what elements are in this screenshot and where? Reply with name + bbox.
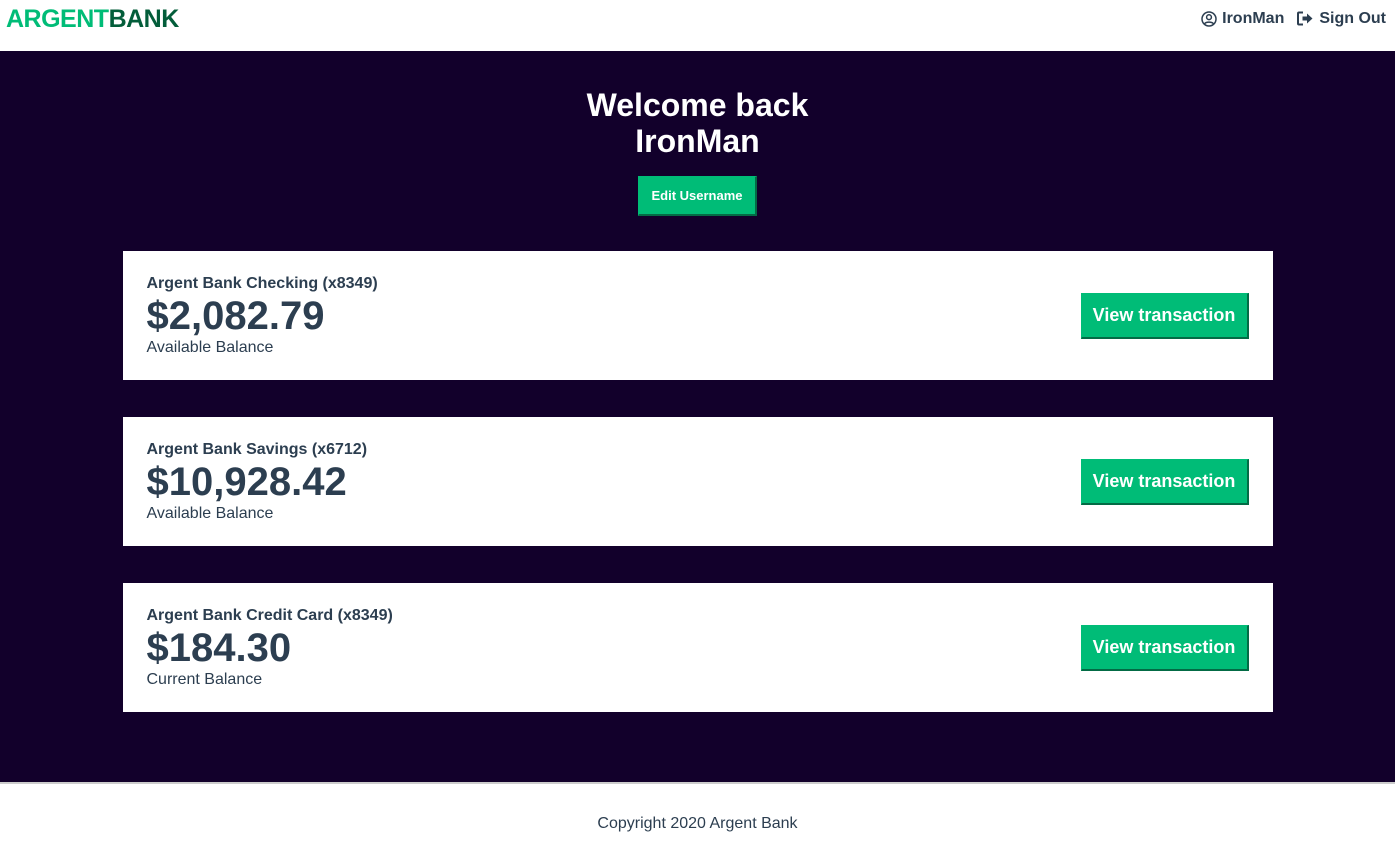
account-amount: $184.30 (146, 626, 292, 670)
account-checking: Argent Bank Checking (x8349) $2,082.79 A… (122, 251, 1273, 380)
logo[interactable]: ARGENT BANK (6, 7, 179, 32)
sign-out-link[interactable]: Sign Out (1297, 10, 1386, 28)
welcome-username: IronMan (635, 123, 760, 159)
edit-username-button[interactable]: Edit Username (638, 176, 757, 216)
user-profile-link[interactable]: IronMan (1201, 10, 1284, 28)
account-title: Argent Bank Savings (x6712) (146, 441, 368, 458)
account-info: Argent Bank Credit Card (x8349) $184.30 … (147, 606, 393, 689)
user-name: IronMan (1222, 9, 1285, 27)
user-circle-icon (1201, 10, 1217, 27)
account-info: Argent Bank Checking (x8349) $2,082.79 A… (147, 274, 378, 357)
account-amount: $2,082.79 (146, 294, 325, 338)
welcome-header: Welcome back IronMan Edit Username (0, 87, 1395, 216)
main-nav: ARGENT BANK IronMan Sign Out (0, 0, 1395, 51)
sign-out-label: Sign Out (1319, 9, 1386, 27)
copyright-text: Copyright 2020 Argent Bank (597, 814, 798, 832)
footer: Copyright 2020 Argent Bank (0, 782, 1395, 850)
account-amount-description: Current Balance (146, 671, 263, 688)
account-title: Argent Bank Credit Card (x8349) (146, 607, 393, 624)
accounts-list: Argent Bank Checking (x8349) $2,082.79 A… (0, 251, 1395, 712)
account-info: Argent Bank Savings (x6712) $10,928.42 A… (147, 440, 368, 523)
welcome-line: Welcome back (586, 87, 809, 123)
nav-right: IronMan Sign Out (1188, 10, 1386, 28)
account-savings: Argent Bank Savings (x6712) $10,928.42 A… (122, 417, 1273, 546)
account-amount-description: Available Balance (146, 339, 274, 356)
view-transaction-button[interactable]: View transaction (1080, 292, 1249, 339)
account-amount: $10,928.42 (146, 460, 347, 504)
view-transaction-button[interactable]: View transaction (1080, 624, 1249, 671)
main-content: Welcome back IronMan Edit Username Argen… (0, 51, 1395, 782)
welcome-title: Welcome back IronMan (0, 87, 1395, 159)
view-transaction-button[interactable]: View transaction (1080, 458, 1249, 505)
logo-part2: BANK (108, 5, 180, 33)
account-amount-description: Available Balance (146, 505, 274, 522)
account-credit-card: Argent Bank Credit Card (x8349) $184.30 … (122, 583, 1273, 712)
account-title: Argent Bank Checking (x8349) (146, 275, 378, 292)
sign-out-icon (1297, 11, 1313, 26)
logo-part1: ARGENT (6, 5, 109, 33)
